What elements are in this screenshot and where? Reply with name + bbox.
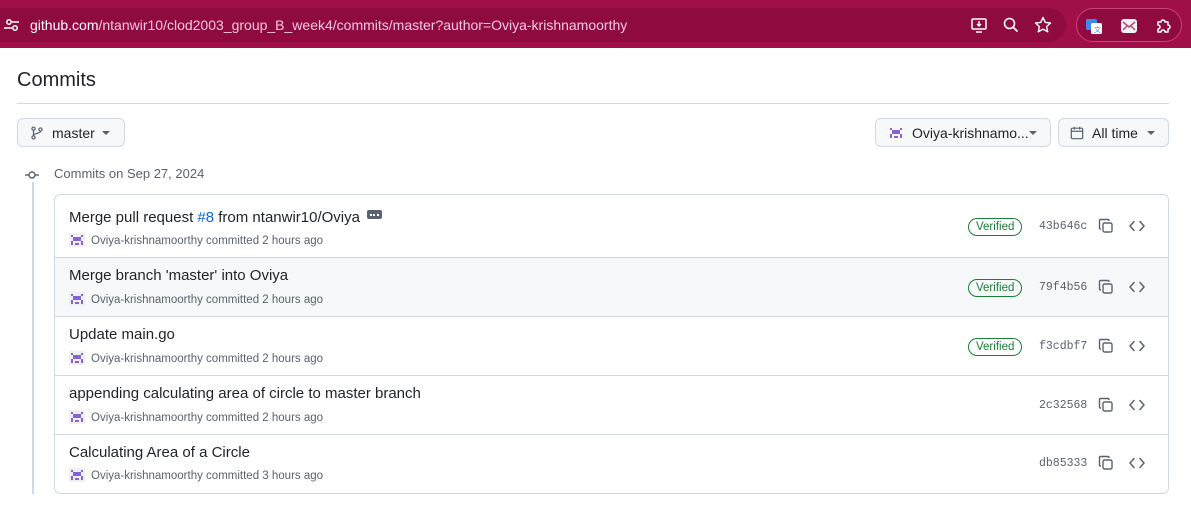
commit-sha[interactable]: 79f4b56 bbox=[1039, 281, 1087, 295]
code-icon[interactable] bbox=[1129, 338, 1145, 354]
puzzle-extension-icon[interactable] bbox=[1155, 17, 1173, 35]
committed-label: committed bbox=[206, 294, 260, 307]
commit-author-link[interactable]: Oviya-krishnamoorthy bbox=[91, 235, 203, 247]
avatar[interactable] bbox=[69, 410, 85, 424]
avatar[interactable] bbox=[69, 468, 85, 482]
star-icon[interactable] bbox=[1033, 15, 1053, 35]
copy-icon[interactable] bbox=[1098, 397, 1114, 413]
commit-author-link[interactable]: Oviya-krishnamoorthy bbox=[91, 470, 203, 482]
commit-sha[interactable]: f3cdbf7 bbox=[1039, 340, 1087, 354]
commit-time: 2 hours ago bbox=[262, 353, 324, 366]
translate-extension-icon[interactable]: G 文 bbox=[1085, 17, 1103, 35]
commit-message[interactable]: Calculating Area of a Circle bbox=[69, 443, 250, 463]
commit-row: Update main.go Oviya-krishnamoorthy comm… bbox=[55, 317, 1168, 376]
commit-sha[interactable]: 2c32568 bbox=[1039, 399, 1087, 413]
commit-meta: Oviya-krishnamoorthy committed 2 hours a… bbox=[69, 351, 324, 366]
url-text[interactable]: github.com/ntanwir10/clod2003_group_B_we… bbox=[30, 16, 627, 34]
branch-select-label: master bbox=[52, 124, 95, 141]
verified-badge[interactable]: Verified bbox=[968, 338, 1023, 356]
url-host: github.com bbox=[30, 17, 99, 33]
avatar[interactable] bbox=[69, 233, 85, 247]
copy-icon[interactable] bbox=[1098, 279, 1114, 295]
copy-icon[interactable] bbox=[1098, 338, 1114, 354]
zoom-icon[interactable] bbox=[1001, 15, 1021, 35]
author-select-button[interactable]: Oviya-krishnamo... bbox=[875, 118, 1051, 147]
code-icon[interactable] bbox=[1129, 397, 1145, 413]
commit-author-link[interactable]: Oviya-krishnamoorthy bbox=[91, 412, 203, 424]
commit-meta: Oviya-krishnamoorthy committed 2 hours a… bbox=[69, 233, 324, 248]
avatar[interactable] bbox=[69, 292, 85, 306]
code-icon[interactable] bbox=[1129, 279, 1145, 295]
git-commit-icon bbox=[24, 168, 40, 182]
commit-sha[interactable]: db85333 bbox=[1039, 457, 1087, 471]
expand-description-button[interactable] bbox=[366, 209, 382, 219]
commit-row: Merge pull request #8 from ntanwir10/Ovi… bbox=[55, 195, 1168, 258]
svg-text:文: 文 bbox=[1094, 25, 1101, 34]
commit-row: Calculating Area of a Circle Oviya-krish… bbox=[55, 435, 1168, 493]
commit-time: 2 hours ago bbox=[262, 412, 324, 425]
git-branch-icon bbox=[31, 125, 43, 140]
code-icon[interactable] bbox=[1129, 455, 1145, 471]
commit-group-date: Commits on Sep 27, 2024 bbox=[54, 166, 205, 181]
verified-badge[interactable]: Verified bbox=[968, 218, 1023, 236]
commit-sha[interactable]: 43b646c bbox=[1039, 220, 1087, 234]
commit-row: Merge branch 'master' into Oviya Oviya-k… bbox=[55, 258, 1168, 317]
commit-meta: Oviya-krishnamoorthy committed 2 hours a… bbox=[69, 292, 324, 307]
mail-extension-icon[interactable] bbox=[1120, 17, 1138, 35]
time-range-button[interactable]: All time bbox=[1058, 118, 1169, 147]
commit-message[interactable]: Merge branch 'master' into Oviya bbox=[69, 266, 288, 286]
commit-time: 3 hours ago bbox=[262, 470, 324, 483]
install-app-icon[interactable] bbox=[969, 15, 989, 35]
chevron-down-icon bbox=[1147, 130, 1155, 135]
avatar[interactable] bbox=[69, 351, 85, 365]
commit-meta: Oviya-krishnamoorthy committed 2 hours a… bbox=[69, 410, 324, 425]
commit-message-text[interactable]: Merge pull request bbox=[69, 209, 197, 226]
copy-icon[interactable] bbox=[1098, 218, 1114, 234]
chevron-down-icon bbox=[1029, 130, 1037, 135]
commit-author-link[interactable]: Oviya-krishnamoorthy bbox=[91, 294, 203, 306]
commit-time: 2 hours ago bbox=[262, 294, 324, 307]
code-icon[interactable] bbox=[1129, 218, 1145, 234]
commit-list: Merge pull request #8 from ntanwir10/Ovi… bbox=[54, 194, 1169, 494]
pr-link[interactable]: #8 bbox=[197, 209, 214, 226]
commit-message[interactable]: Merge pull request #8 from ntanwir10/Ovi… bbox=[69, 208, 382, 228]
tune-icon[interactable] bbox=[4, 17, 20, 33]
page-title: Commits bbox=[17, 69, 96, 91]
commit-message[interactable]: Update main.go bbox=[69, 325, 175, 345]
commit-message-text[interactable]: from ntanwir10/Oviya bbox=[214, 209, 360, 226]
commit-message[interactable]: appending calculating area of circle to … bbox=[69, 384, 421, 404]
branch-select-button[interactable]: master bbox=[17, 118, 125, 147]
commit-meta: Oviya-krishnamoorthy committed 3 hours a… bbox=[69, 468, 324, 483]
url-path: /ntanwir10/clod2003_group_B_week4/commit… bbox=[98, 17, 628, 33]
verified-badge[interactable]: Verified bbox=[968, 279, 1023, 297]
commit-time: 2 hours ago bbox=[262, 235, 324, 248]
copy-icon[interactable] bbox=[1098, 455, 1114, 471]
avatar bbox=[888, 125, 904, 140]
commit-author-link[interactable]: Oviya-krishnamoorthy bbox=[91, 353, 203, 365]
title-divider bbox=[17, 103, 1169, 104]
chevron-down-icon bbox=[102, 130, 110, 135]
commit-row: appending calculating area of circle to … bbox=[55, 376, 1168, 435]
browser-toolbar: github.com/ntanwir10/clod2003_group_B_we… bbox=[0, 0, 1191, 48]
committed-label: committed bbox=[206, 353, 260, 366]
committed-label: committed bbox=[206, 470, 260, 483]
timeline-line bbox=[32, 182, 34, 494]
committed-label: committed bbox=[206, 412, 260, 425]
committed-label: committed bbox=[206, 235, 260, 248]
extensions-group: G 文 bbox=[1076, 8, 1182, 42]
calendar-icon bbox=[1070, 126, 1084, 139]
author-select-label: Oviya-krishnamo... bbox=[912, 124, 1029, 141]
address-bar[interactable]: github.com/ntanwir10/clod2003_group_B_we… bbox=[0, 8, 1066, 42]
time-range-label: All time bbox=[1092, 124, 1138, 141]
